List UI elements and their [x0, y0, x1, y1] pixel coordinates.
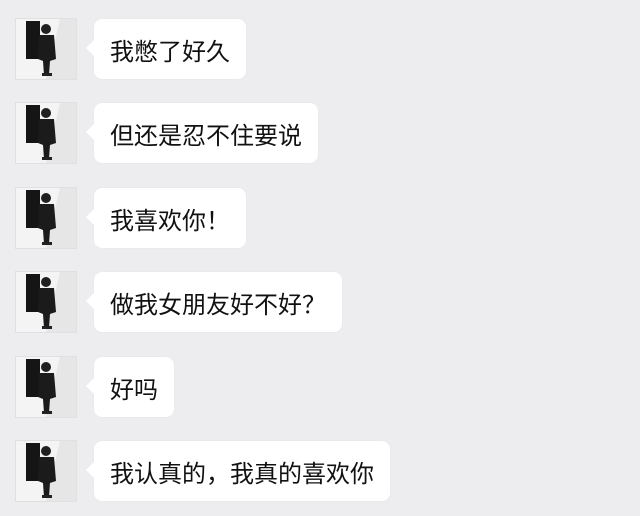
message-bubble[interactable]: 但还是忍不住要说 [86, 103, 318, 163]
user-avatar-icon [16, 19, 76, 79]
user-avatar-icon [16, 357, 76, 417]
sender-avatar[interactable] [16, 357, 76, 417]
message-bubble[interactable]: 做我女朋友好不好？ [86, 272, 342, 332]
message-row: 做我女朋友好不好？ [0, 272, 640, 336]
message-row: 我认真的，我真的喜欢你 [0, 441, 640, 505]
sender-avatar[interactable] [16, 188, 76, 248]
user-avatar-icon [16, 188, 76, 248]
message-bubble[interactable]: 我憋了好久 [86, 19, 246, 79]
message-bubble[interactable]: 好吗 [86, 357, 174, 417]
message-row: 好吗 [0, 357, 640, 421]
message-bubble[interactable]: 我认真的，我真的喜欢你 [86, 441, 390, 501]
message-row: 我喜欢你！ [0, 188, 640, 252]
user-avatar-icon [16, 103, 76, 163]
sender-avatar[interactable] [16, 19, 76, 79]
message-row: 我憋了好久 [0, 19, 640, 83]
sender-avatar[interactable] [16, 103, 76, 163]
sender-avatar[interactable] [16, 272, 76, 332]
chat-conversation: 我憋了好久 但还是忍不住要说 我喜欢你！ 做我女朋友好不好？ 好吗 我认真的，我… [0, 0, 640, 516]
message-bubble[interactable]: 我喜欢你！ [86, 188, 246, 248]
user-avatar-icon [16, 272, 76, 332]
user-avatar-icon [16, 441, 76, 501]
sender-avatar[interactable] [16, 441, 76, 501]
message-row: 但还是忍不住要说 [0, 103, 640, 167]
